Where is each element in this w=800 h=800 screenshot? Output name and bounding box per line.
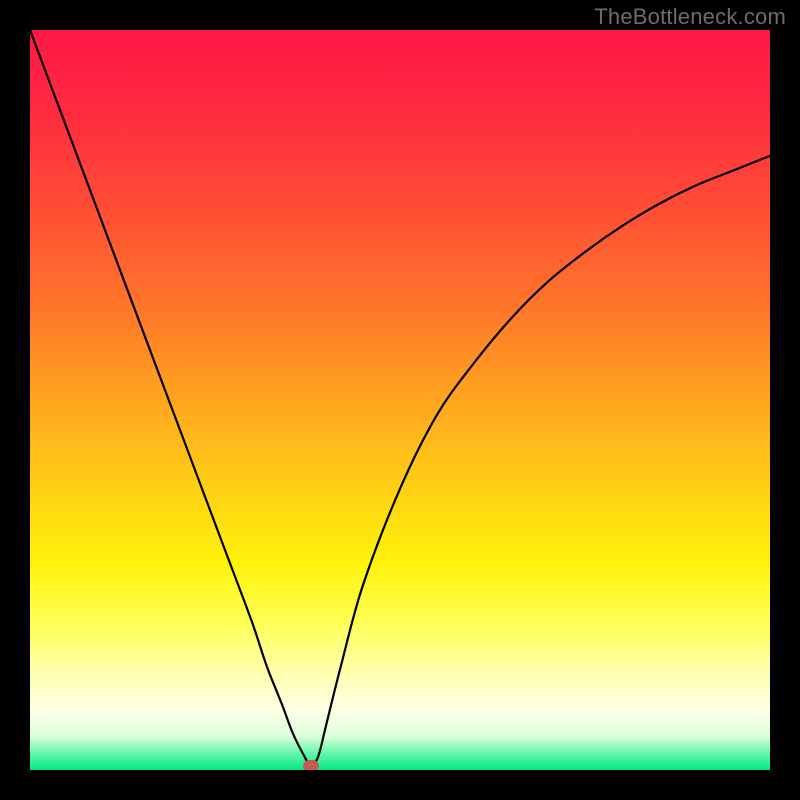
chart-curve xyxy=(30,30,770,770)
plot-area xyxy=(30,30,770,770)
watermark-text: TheBottleneck.com xyxy=(594,4,786,30)
bottleneck-marker xyxy=(303,760,319,770)
